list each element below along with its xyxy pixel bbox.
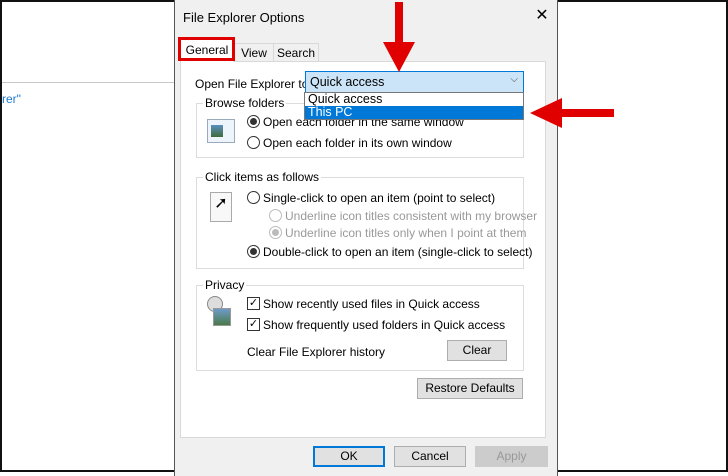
annotation-arrows (383, 2, 614, 128)
down-arrow-icon (383, 2, 415, 72)
left-arrow-icon (530, 98, 614, 128)
